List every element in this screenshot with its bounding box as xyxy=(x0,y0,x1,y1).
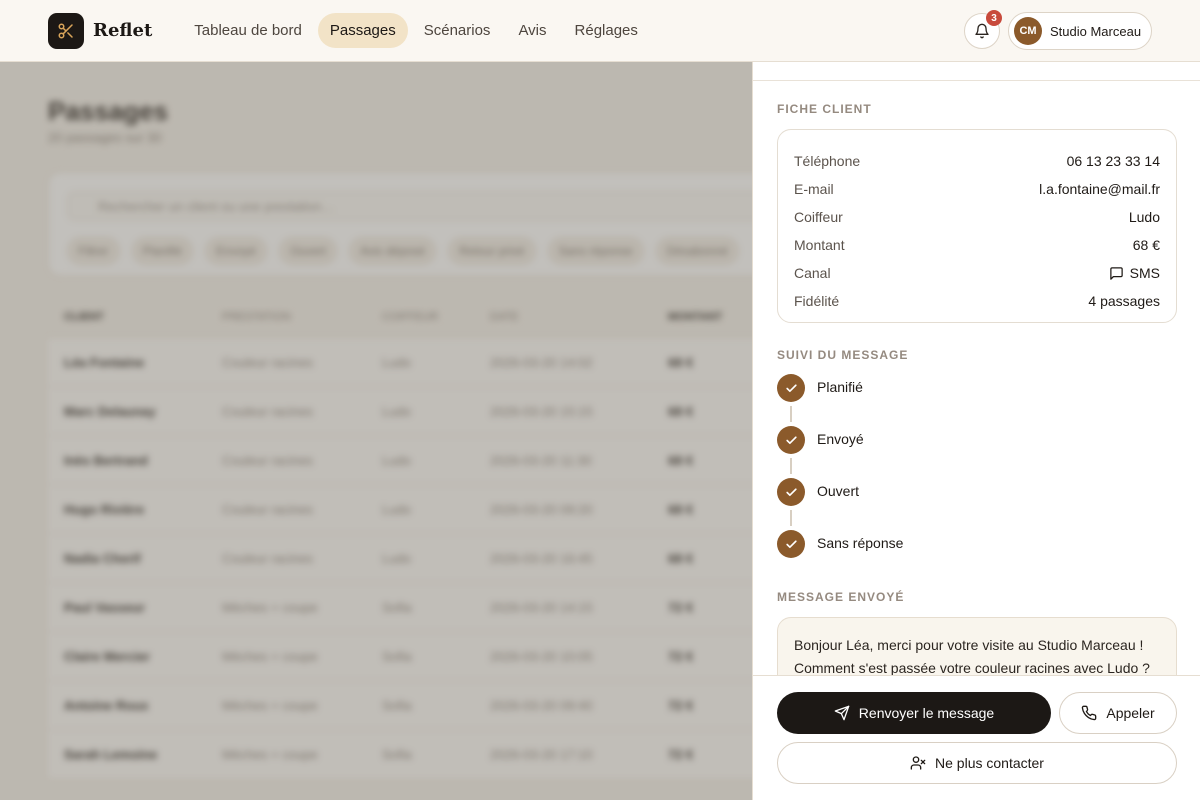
info-label: Téléphone xyxy=(794,153,861,169)
step-label: Ouvert xyxy=(817,483,860,499)
info-row-coiffeur: Coiffeur Ludo xyxy=(794,203,1160,231)
scissors-logo-icon[interactable] xyxy=(48,12,84,49)
timeline-connector xyxy=(790,458,792,474)
check-icon xyxy=(777,530,805,558)
call-button[interactable]: Appeler xyxy=(1059,692,1177,734)
nav-item-passages[interactable]: Passages xyxy=(317,13,408,48)
nav-item-scenarios[interactable]: Scénarios xyxy=(412,13,503,48)
step-label: Planifié xyxy=(817,379,863,395)
client-info-card: Téléphone 06 13 23 33 14 E-mail l.a.font… xyxy=(777,129,1177,323)
timeline-step-sans-reponse: Sans réponse xyxy=(777,530,1177,582)
canal-value: SMS xyxy=(1109,265,1160,281)
step-label: Sans réponse xyxy=(817,535,904,551)
drawer-actions: Renvoyer le message Appeler Ne plus cont… xyxy=(753,675,1200,800)
email-value[interactable]: l.a.fontaine@mail.fr xyxy=(1039,181,1160,197)
resend-message-button[interactable]: Renvoyer le message xyxy=(777,692,1051,734)
timeline-step-envoye: Envoyé xyxy=(777,426,1177,478)
timeline-connector xyxy=(790,510,792,526)
notifications-button[interactable]: 3 xyxy=(964,10,1002,49)
stop-contacting-label: Ne plus contacter xyxy=(935,755,1044,771)
message-tracking-timeline: Planifié Envoyé Ouvert Sans réponse xyxy=(777,374,1177,582)
info-label: Coiffeur xyxy=(794,209,843,225)
nav-item-avis[interactable]: Avis xyxy=(506,13,558,48)
info-row-fidelite: Fidélité 4 passages xyxy=(794,287,1160,315)
divider xyxy=(753,80,1200,81)
modal-backdrop[interactable] xyxy=(0,62,752,800)
phone-icon xyxy=(1082,705,1097,721)
timeline-step-planifie: Planifié xyxy=(777,374,1177,426)
client-detail-drawer: FICHE CLIENT Téléphone 06 13 23 33 14 E-… xyxy=(752,62,1200,800)
info-row-montant: Montant 68 € xyxy=(794,231,1160,259)
nav-item-tableau-de-bord[interactable]: Tableau de bord xyxy=(182,13,314,48)
sent-message-text: Bonjour Léa, merci pour votre visite au … xyxy=(777,617,1177,676)
phone-value[interactable]: 06 13 23 33 14 xyxy=(1067,153,1160,169)
nav-item-reglages[interactable]: Réglages xyxy=(563,13,650,48)
step-label: Envoyé xyxy=(817,431,864,447)
section-title-suivi: SUIVI DU MESSAGE xyxy=(777,348,909,362)
notification-count-badge: 3 xyxy=(986,10,1002,26)
timeline-connector xyxy=(790,406,792,422)
brand-name[interactable]: Reflet xyxy=(93,20,152,41)
coiffeur-value: Ludo xyxy=(1128,209,1160,225)
resend-message-label: Renvoyer le message xyxy=(858,705,995,721)
montant-value: 68 € xyxy=(1132,237,1160,253)
canal-label: SMS xyxy=(1129,265,1160,281)
drawer-content[interactable]: FICHE CLIENT Téléphone 06 13 23 33 14 E-… xyxy=(753,62,1200,676)
info-label: E-mail xyxy=(794,181,834,197)
avatar: CM xyxy=(1014,17,1042,45)
info-row-email: E-mail l.a.fontaine@mail.fr xyxy=(794,175,1160,203)
check-icon xyxy=(777,374,805,402)
send-icon xyxy=(834,705,850,721)
bell-icon xyxy=(975,23,989,39)
info-row-telephone: Téléphone 06 13 23 33 14 xyxy=(794,147,1160,175)
section-title-fiche-client: FICHE CLIENT xyxy=(777,102,872,116)
message-icon xyxy=(1109,266,1123,280)
call-label: Appeler xyxy=(1106,705,1155,721)
check-icon xyxy=(777,426,805,454)
main-nav: Tableau de bord Passages Scénarios Avis … xyxy=(182,13,650,48)
stop-contacting-button[interactable]: Ne plus contacter xyxy=(777,742,1177,784)
user-remove-icon xyxy=(910,756,926,770)
account-name: Studio Marceau xyxy=(1050,23,1142,39)
fidelite-value: 4 passages xyxy=(1088,293,1160,309)
info-label: Fidélité xyxy=(794,293,840,309)
check-icon xyxy=(777,478,805,506)
info-row-canal: Canal SMS xyxy=(794,259,1160,287)
info-label: Montant xyxy=(794,237,845,253)
info-label: Canal xyxy=(794,265,831,281)
account-menu-button[interactable]: CM Studio Marceau xyxy=(1008,12,1152,50)
section-title-message: MESSAGE ENVOYÉ xyxy=(777,590,905,604)
timeline-step-ouvert: Ouvert xyxy=(777,478,1177,530)
